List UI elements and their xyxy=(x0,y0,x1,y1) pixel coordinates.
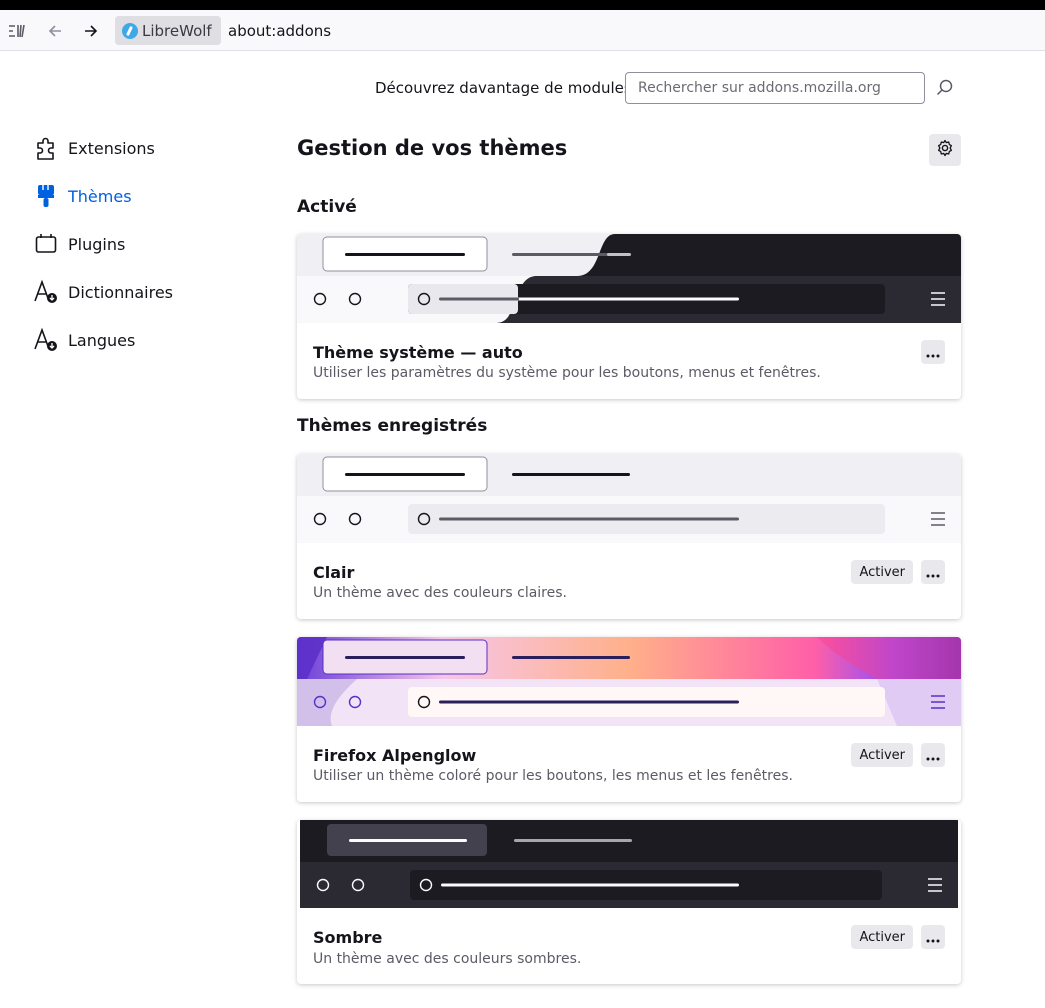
language-icon xyxy=(33,327,59,353)
more-icon xyxy=(926,563,940,582)
theme-description: Un thème avec des couleurs sombres. xyxy=(313,951,582,967)
enable-theme-button[interactable]: Activer xyxy=(851,743,913,767)
window-top-strip xyxy=(0,0,1045,10)
sidebar-item-label: Langues xyxy=(68,330,136,350)
theme-description: Utiliser un thème coloré pour les bouton… xyxy=(313,768,793,784)
more-options-button[interactable] xyxy=(921,560,945,584)
theme-card-alpenglow: Firefox Alpenglow Utiliser un thème colo… xyxy=(297,637,961,802)
more-icon xyxy=(926,343,940,362)
sidebar-item-label: Dictionnaires xyxy=(68,282,174,302)
more-options-button[interactable] xyxy=(921,743,945,767)
plugin-icon xyxy=(33,231,59,257)
active-section-title: Activé xyxy=(297,197,357,217)
theme-preview-system xyxy=(297,234,961,323)
more-icon xyxy=(926,928,940,947)
theme-card-dark: Sombre Un thème avec des couleurs sombre… xyxy=(297,820,961,984)
sidebar-item-extensions[interactable]: Extensions xyxy=(33,130,273,166)
identity-box[interactable]: LibreWolf xyxy=(115,16,221,45)
more-icon xyxy=(926,746,940,765)
librewolf-logo-icon xyxy=(122,22,138,39)
library-icon[interactable] xyxy=(4,18,30,44)
more-options-button[interactable] xyxy=(921,925,945,949)
enable-theme-button[interactable]: Activer xyxy=(851,925,913,949)
enable-theme-button[interactable]: Activer xyxy=(851,560,913,584)
settings-button[interactable] xyxy=(929,134,961,166)
sidebar-item-label: Thèmes xyxy=(68,186,132,206)
dictionary-icon xyxy=(33,279,59,305)
sidebar-item-dictionaries[interactable]: Dictionnaires xyxy=(33,274,273,310)
sidebar-item-plugins[interactable]: Plugins xyxy=(33,226,273,262)
sidebar-item-languages[interactable]: Langues xyxy=(33,322,273,358)
forward-icon[interactable] xyxy=(78,18,104,44)
theme-name: Sombre xyxy=(313,928,383,947)
brush-icon xyxy=(33,183,59,209)
theme-card-light: Clair Un thème avec des couleurs claires… xyxy=(297,454,961,619)
theme-description: Un thème avec des couleurs claires. xyxy=(313,585,567,601)
theme-preview-light xyxy=(297,454,961,543)
theme-name: Firefox Alpenglow xyxy=(313,746,477,765)
discover-label: Découvrez davantage de modules xyxy=(375,79,632,97)
search-icon[interactable] xyxy=(935,78,955,98)
sidebar-item-label: Extensions xyxy=(68,138,155,158)
theme-preview-dark xyxy=(297,820,961,909)
navigation-toolbar: LibreWolf about:addons xyxy=(0,10,1045,51)
identity-label: LibreWolf xyxy=(142,21,212,40)
more-options-button[interactable] xyxy=(921,340,945,364)
sidebar-item-label: Plugins xyxy=(68,234,126,254)
page-title: Gestion de vos thèmes xyxy=(297,136,568,160)
addons-search-input[interactable] xyxy=(625,72,925,104)
url-bar[interactable]: about:addons xyxy=(228,22,331,40)
theme-preview-alpenglow xyxy=(297,637,961,726)
gear-icon xyxy=(936,139,954,161)
saved-section-title: Thèmes enregistrés xyxy=(297,416,488,436)
back-icon[interactable] xyxy=(42,18,68,44)
theme-description: Utiliser les paramètres du système pour … xyxy=(313,365,821,381)
sidebar-item-themes[interactable]: Thèmes xyxy=(33,178,273,214)
theme-name: Clair xyxy=(313,563,355,582)
theme-card-system: Thème système — auto Utiliser les paramè… xyxy=(297,234,961,399)
puzzle-icon xyxy=(33,135,59,161)
theme-name: Thème système — auto xyxy=(313,343,523,362)
